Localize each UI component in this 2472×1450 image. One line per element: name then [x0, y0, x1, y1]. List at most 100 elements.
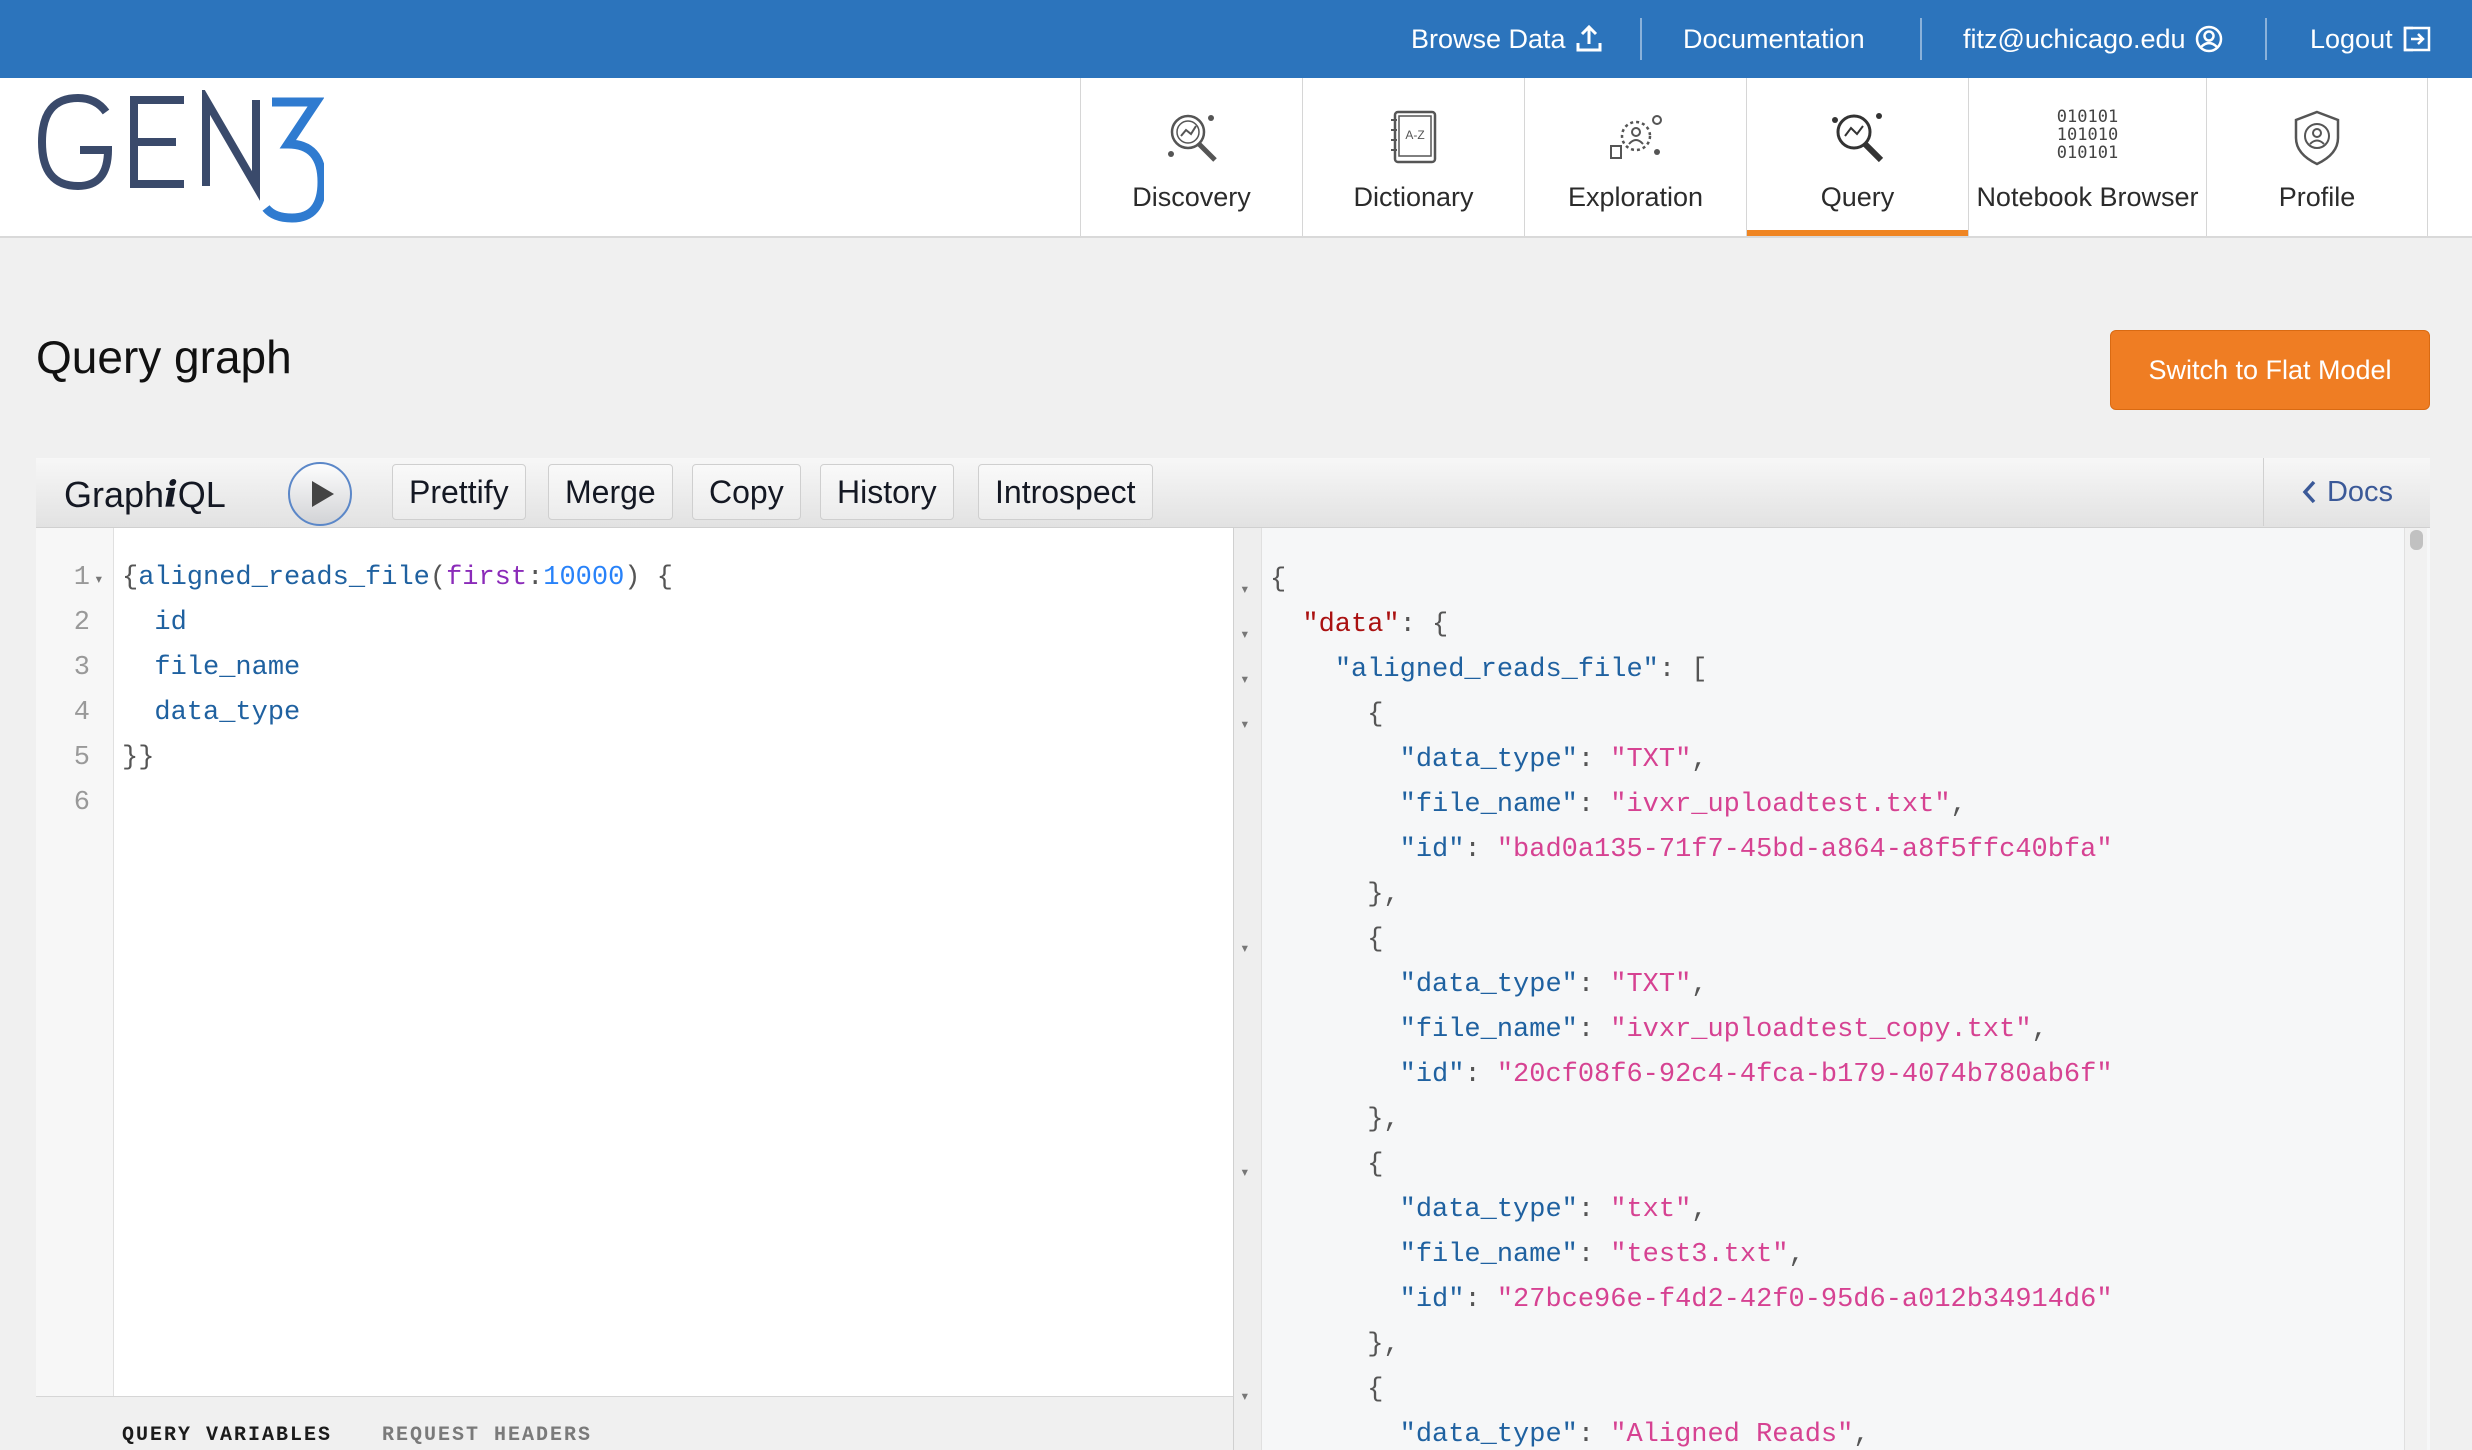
json-key: "id": [1399, 1060, 1465, 1090]
dictionary-icon: A-Z: [1390, 110, 1436, 164]
tab-label: Notebook Browser: [1976, 182, 2199, 212]
code-token: id: [154, 608, 187, 638]
tab-label: Exploration: [1567, 182, 1704, 212]
browse-data-link[interactable]: Browse Data: [1411, 0, 1604, 78]
graphiql-toolbar: GraphiQL Prettify Merge Copy History Int…: [36, 458, 2430, 528]
code-token: }}: [122, 743, 155, 773]
history-button[interactable]: History: [820, 464, 954, 520]
dictionary-icon-text: A-Z: [1405, 128, 1424, 142]
json-key: "aligned_reads_file": [1334, 655, 1659, 685]
line-number: 1: [73, 563, 90, 593]
fold-arrow-icon[interactable]: ▾: [1240, 1151, 1250, 1196]
copy-button[interactable]: Copy: [692, 464, 801, 520]
graphiql-title-suffix: QL: [177, 474, 226, 515]
browse-data-label: Browse Data: [1411, 23, 1566, 54]
chevron-left-icon: [2302, 480, 2316, 504]
json-value: "TXT": [1610, 970, 1692, 1000]
execute-query-button[interactable]: [288, 462, 352, 526]
fold-arrow-icon[interactable]: ▾: [1240, 703, 1250, 748]
result-json: { "data": { "aligned_reads_file": [ { "d…: [1270, 565, 2113, 1450]
code-token: :: [527, 563, 544, 593]
tab-query-variables[interactable]: QUERY VARIABLES: [122, 1413, 332, 1450]
tab-label: Dictionary: [1353, 182, 1474, 212]
graphiql-title-prefix: Graph: [64, 474, 165, 515]
upload-icon: [1576, 24, 1602, 52]
logout-link[interactable]: Logout: [2310, 0, 2433, 78]
binary-icon-line: 101010: [2056, 125, 2119, 145]
tab-discovery[interactable]: Discovery: [1080, 78, 1302, 236]
result-scrollbar[interactable]: [2404, 528, 2427, 1450]
code-token: first: [446, 563, 528, 593]
json-key: "data_type": [1399, 970, 1578, 1000]
fold-arrow-icon[interactable]: ▾: [1240, 658, 1250, 703]
json-value: "20cf08f6-92c4-4fca-b179-4074b780ab6f": [1496, 1060, 2113, 1090]
json-key: "file_name": [1399, 1015, 1578, 1045]
discovery-icon: [1167, 114, 1217, 162]
gen3-logo[interactable]: [34, 90, 324, 224]
tab-label: Discovery: [1132, 182, 1251, 212]
top-bar: Browse Data Documentation fitz@uchicago.…: [0, 0, 2472, 78]
tab-profile[interactable]: Profile: [2206, 78, 2428, 236]
json-value: "TXT": [1610, 745, 1692, 775]
json-key: "data_type": [1399, 1195, 1578, 1225]
tab-label: Query: [1820, 182, 1895, 212]
query-text: {aligned_reads_file(first:10000) { id fi…: [122, 556, 673, 781]
fold-arrow-icon[interactable]: ▾: [1240, 613, 1250, 658]
binary-icon-line: 010101: [2056, 107, 2119, 127]
merge-button[interactable]: Merge: [548, 464, 673, 520]
documentation-link[interactable]: Documentation: [1683, 0, 1865, 78]
switch-to-flat-model-button[interactable]: Switch to Flat Model: [2110, 330, 2430, 410]
tab-label: Profile: [2278, 182, 2356, 212]
line-number: 6: [73, 788, 90, 818]
code-token: data_type: [154, 698, 301, 728]
json-key: "data": [1302, 610, 1400, 640]
variables-bar: QUERY VARIABLES REQUEST HEADERS: [36, 1396, 1233, 1450]
code-token: aligned_reads_file: [138, 563, 430, 593]
json-value: "test3.txt": [1610, 1240, 1789, 1270]
json-value: "Aligned Reads": [1610, 1420, 1854, 1450]
tab-notebook-browser[interactable]: 010101 101010 010101 Notebook Browser: [1968, 78, 2206, 236]
tab-query[interactable]: Query: [1746, 78, 1968, 236]
binary-icon-line: 010101: [2056, 143, 2119, 163]
exploration-icon: [1609, 115, 1662, 159]
tab-dictionary[interactable]: A-Z Dictionary: [1302, 78, 1524, 236]
documentation-label: Documentation: [1683, 23, 1865, 54]
code-token: 10000: [543, 563, 625, 593]
introspect-button[interactable]: Introspect: [978, 464, 1153, 520]
code-token: file_name: [154, 653, 301, 683]
user-circle-icon: [2195, 25, 2222, 53]
fold-arrow-icon[interactable]: ▾: [1240, 568, 1250, 613]
json-value: "bad0a135-71f7-45bd-a864-a8f5ffc40bfa": [1496, 835, 2113, 865]
docs-label: Docs: [2326, 475, 2394, 508]
fold-arrow-icon[interactable]: ▾: [94, 558, 104, 603]
prettify-button[interactable]: Prettify: [392, 464, 526, 520]
tab-request-headers[interactable]: REQUEST HEADERS: [382, 1413, 592, 1450]
topbar-divider: [2265, 18, 2267, 60]
tab-exploration[interactable]: Exploration: [1524, 78, 1746, 236]
result-pane: ▾ ▾ ▾ ▾ ▾ ▾ ▾ { "data": { "aligned_reads…: [1234, 528, 2430, 1450]
fold-arrow-icon[interactable]: ▾: [1240, 1375, 1250, 1420]
graphiql-title: GraphiQL: [64, 474, 226, 516]
query-editor[interactable]: 1 ▾ 2 3 4 5 6 {aligned_reads_file(first:…: [36, 528, 1234, 1450]
site-header: Discovery A-Z Dictionary Exploration Que…: [0, 78, 2472, 238]
line-number: 5: [73, 743, 90, 773]
json-key: "data_type": [1399, 745, 1578, 775]
json-key: "file_name": [1399, 1240, 1578, 1270]
json-value: "27bce96e-f4d2-42f0-95d6-a012b34914d6": [1496, 1285, 2113, 1315]
logout-label: Logout: [2310, 23, 2393, 54]
topbar-divider: [1920, 18, 1922, 60]
fold-arrow-icon[interactable]: ▾: [1240, 927, 1250, 972]
binary-icon: 010101 101010 010101: [1969, 108, 2206, 162]
scrollbar-thumb[interactable]: [2410, 530, 2423, 550]
profile-shield-icon: [2294, 110, 2340, 166]
code-token: ) {: [624, 563, 673, 593]
line-number-gutter: 1 ▾ 2 3 4 5 6: [36, 528, 114, 1396]
user-account-link[interactable]: fitz@uchicago.edu: [1963, 0, 2224, 78]
page-title: Query graph: [36, 331, 292, 383]
json-value: "ivxr_uploadtest.txt": [1610, 790, 1951, 820]
json-key: "id": [1399, 835, 1465, 865]
code-token: {: [122, 563, 139, 593]
user-email: fitz@uchicago.edu: [1963, 23, 2186, 54]
json-key: "file_name": [1399, 790, 1578, 820]
docs-button[interactable]: Docs: [2263, 458, 2430, 526]
